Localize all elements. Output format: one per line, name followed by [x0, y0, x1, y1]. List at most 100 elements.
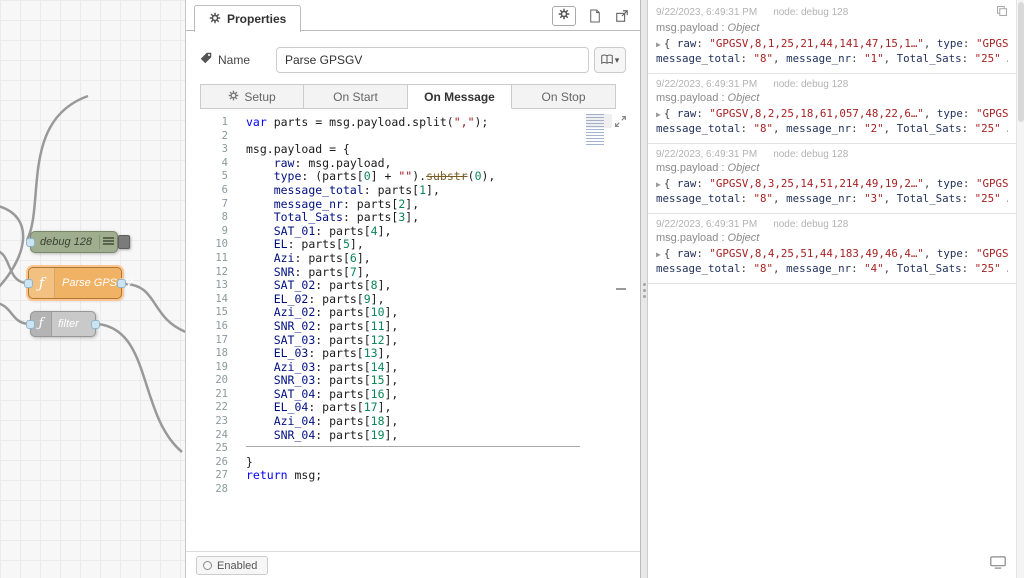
- line-content: EL_04: parts[17],: [273, 400, 392, 415]
- input-port[interactable]: [26, 238, 35, 247]
- code-line-15[interactable]: 15 Azi_02: parts[10],: [200, 306, 612, 320]
- line-content: SNR_03: parts[15],: [273, 373, 399, 388]
- tab-on-message[interactable]: On Message: [408, 84, 512, 109]
- code-line-1[interactable]: 1 var parts = msg.payload.split(",");: [200, 115, 612, 130]
- message-path: msg.payload : Object: [656, 92, 760, 104]
- tab-properties[interactable]: Properties: [194, 5, 302, 32]
- code-line-8[interactable]: 8 Total_Sats: parts[3],: [200, 210, 612, 225]
- message-preview[interactable]: ▶{ raw: "GPGSV,8,3,25,14,51,214,49,19,2……: [656, 177, 1008, 206]
- source-node-link[interactable]: node: debug 128: [773, 219, 848, 230]
- tab-setup[interactable]: Setup: [200, 84, 304, 109]
- code-line-17[interactable]: 17 SAT_03: parts[12],: [200, 333, 612, 348]
- code-line-24[interactable]: 24 SNR_04: parts[19],: [200, 428, 612, 443]
- code-line-21[interactable]: 21 SAT_04: parts[16],: [200, 387, 612, 402]
- line-content: raw: msg.payload,: [273, 155, 392, 170]
- copy-icon[interactable]: [996, 5, 1008, 20]
- resize-grip-icon: [643, 283, 646, 298]
- code-line-6[interactable]: 6 message_total: parts[1],: [200, 183, 612, 198]
- expand-arrow-icon[interactable]: ▶: [656, 250, 661, 259]
- message-path: msg.payload : Object: [656, 162, 760, 174]
- code-line-16[interactable]: 16 SNR_02: parts[11],: [200, 319, 612, 334]
- message-preview[interactable]: ▶{ raw: "GPGSV,8,4,25,51,44,183,49,46,4……: [656, 247, 1008, 276]
- code-line-26[interactable]: 26}: [200, 454, 612, 470]
- code-line-25[interactable]: 25: [200, 442, 612, 456]
- line-number: 1: [221, 116, 228, 128]
- output-port[interactable]: [117, 279, 126, 288]
- line-content: type: (parts[0] + "").substr(0),: [273, 169, 496, 184]
- open-window-icon[interactable]: [614, 8, 630, 24]
- tray-resize-handle[interactable]: [641, 0, 648, 578]
- node-function-parse-gpsgv[interactable]: ƒ Parse GPSGV: [24, 267, 133, 299]
- flow-workspace[interactable]: debug 128 ƒ Parse GPSGV ƒ filter: [0, 0, 185, 578]
- name-label: Name: [200, 52, 250, 67]
- debug-toggle-button[interactable]: [118, 235, 130, 249]
- line-content: SNR: parts[7],: [273, 264, 371, 279]
- line-number: 8: [221, 211, 228, 224]
- code-line-28[interactable]: 28: [200, 483, 612, 497]
- minimap[interactable]: [586, 114, 612, 146]
- monitor-icon[interactable]: [990, 556, 1006, 574]
- code-line-11[interactable]: 11 Azi: parts[6],: [200, 251, 612, 266]
- scrollbar-thumb[interactable]: [1018, 2, 1024, 122]
- book-icon: [600, 54, 613, 67]
- line-number: 16: [215, 319, 228, 332]
- enabled-circle-icon: [203, 561, 212, 570]
- node-filter[interactable]: ƒ filter: [26, 311, 100, 337]
- code-line-23[interactable]: 23 Azi_04: parts[18],: [200, 414, 612, 429]
- debug-message[interactable]: 9/22/2023, 6:49:31 PM node: debug 128 msg.…: [648, 74, 1016, 144]
- message-preview[interactable]: ▶{ raw: "GPGSV,8,2,25,18,61,057,48,22,6……: [656, 107, 1008, 136]
- line-content: [228, 129, 246, 143]
- code-line-13[interactable]: 13 SAT_02: parts[8],: [200, 278, 612, 293]
- doc-icon[interactable]: [587, 8, 603, 24]
- code-editor[interactable]: 1 var parts = msg.payload.split(","); 2 3 ms…: [200, 112, 628, 550]
- line-content: }: [246, 454, 253, 469]
- tab-on-start[interactable]: On Start: [304, 84, 408, 109]
- node-debug[interactable]: debug 128: [26, 231, 130, 253]
- message-path: msg.payload : Object: [656, 232, 760, 244]
- debug-message[interactable]: 9/22/2023, 6:49:31 PM node: debug 128 msg.…: [648, 0, 1016, 74]
- source-node-link[interactable]: node: debug 128: [773, 149, 848, 160]
- message-preview[interactable]: ▶{ raw: "GPGSV,8,1,25,21,44,141,47,15,1……: [656, 37, 1008, 66]
- code-line-27[interactable]: 27 return msg;: [200, 469, 612, 483]
- edit-dialog-header: Properties: [186, 0, 640, 32]
- enabled-toggle-button[interactable]: Enabled: [196, 556, 269, 575]
- expand-arrow-icon[interactable]: ▶: [656, 40, 661, 49]
- code-line-10[interactable]: 10 EL: parts[5],: [200, 238, 612, 252]
- code-line-4[interactable]: 4 raw: msg.payload,: [200, 155, 612, 171]
- code-line-14[interactable]: 14 EL_02: parts[9],: [200, 292, 612, 307]
- debug-message[interactable]: 9/22/2023, 6:49:31 PM node: debug 128 msg.…: [648, 214, 1016, 284]
- code-line-20[interactable]: 20 SNR_03: parts[15],: [200, 373, 612, 388]
- line-content: SAT_02: parts[8],: [273, 278, 392, 293]
- tab-on-stop[interactable]: On Stop: [512, 84, 616, 109]
- line-number: 15: [215, 306, 228, 319]
- sidebar-scrollbar[interactable]: [1016, 0, 1024, 578]
- expand-arrow-icon[interactable]: ▶: [656, 110, 661, 119]
- code-line-19[interactable]: 19 Azi_03: parts[14],: [200, 360, 612, 375]
- code-line-22[interactable]: 22 EL_04: parts[17],: [200, 401, 612, 415]
- wire: [123, 282, 185, 333]
- node-settings-button[interactable]: [552, 6, 576, 26]
- source-node-link[interactable]: node: debug 128: [773, 79, 848, 90]
- code-line-12[interactable]: 12 SNR: parts[7],: [200, 264, 612, 280]
- line-number: 17: [215, 333, 228, 346]
- source-node-link[interactable]: node: debug 128: [773, 7, 848, 18]
- line-number: 9: [221, 224, 228, 237]
- code-line-3[interactable]: 3 msg.payload = {: [200, 142, 612, 157]
- code-line-5[interactable]: 5 type: (parts[0] + "").substr(0),: [200, 170, 612, 184]
- code-line-2[interactable]: 2: [200, 130, 612, 144]
- code-line-18[interactable]: 18 EL_03: parts[13],: [200, 346, 612, 361]
- line-number: 7: [221, 197, 228, 210]
- output-port[interactable]: [91, 320, 100, 329]
- input-port[interactable]: [26, 320, 35, 329]
- label-style-button[interactable]: ▾: [594, 47, 626, 73]
- code-line-9[interactable]: 9 SAT_01: parts[4],: [200, 224, 612, 239]
- name-input[interactable]: [276, 47, 589, 73]
- line-number: 14: [215, 292, 228, 305]
- debug-message[interactable]: 9/22/2023, 6:49:31 PM node: debug 128 msg.…: [648, 144, 1016, 214]
- input-port[interactable]: [24, 279, 33, 288]
- tab-label: On Stop: [541, 89, 586, 104]
- expand-arrow-icon[interactable]: ▶: [656, 180, 661, 189]
- gear-icon: [209, 12, 221, 27]
- expand-editor-icon[interactable]: [614, 115, 628, 129]
- code-line-7[interactable]: 7 message_nr: parts[2],: [200, 197, 612, 212]
